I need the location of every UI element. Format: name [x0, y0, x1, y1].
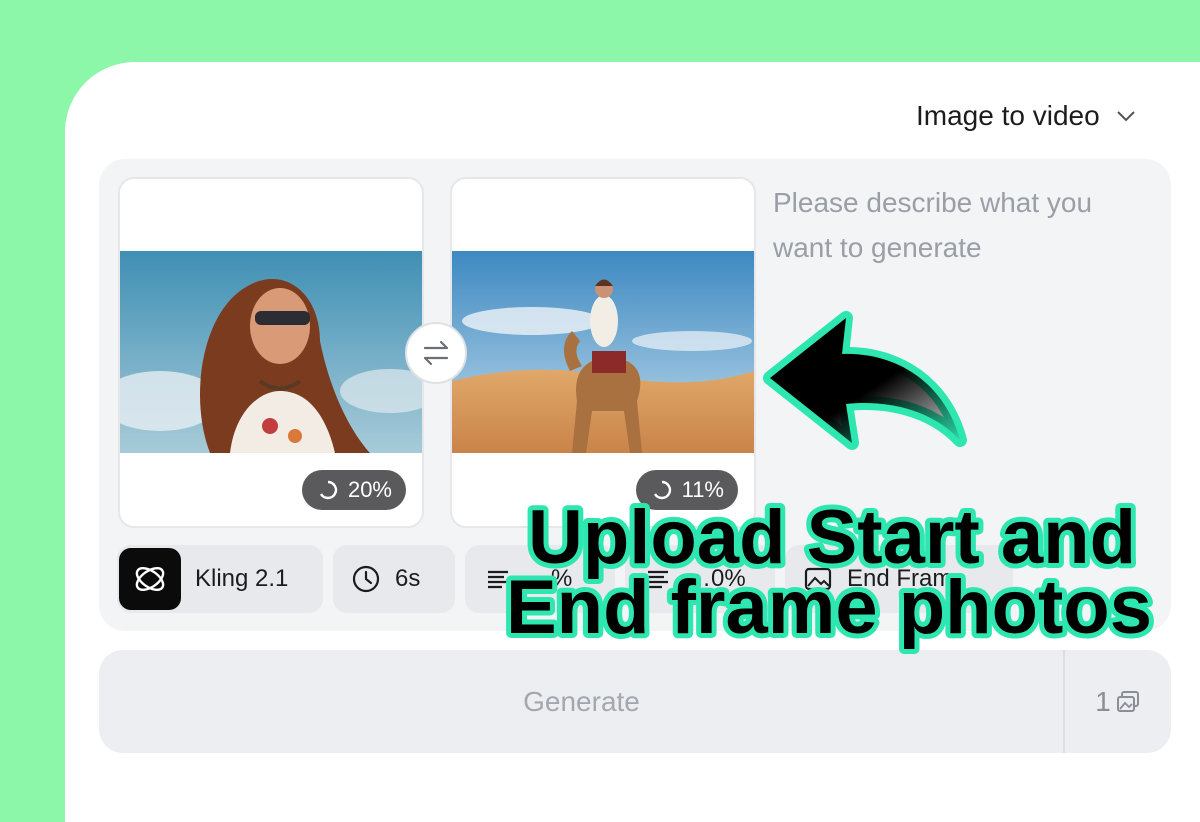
- end-upload-progress: 11%: [635, 470, 738, 510]
- align-text-icon: [488, 570, 508, 589]
- start-frame-card[interactable]: 20%: [118, 177, 424, 528]
- loading-spinner-icon: [653, 480, 671, 500]
- mode-label: Image to video: [916, 100, 1100, 131]
- swap-frames-button[interactable]: [405, 322, 467, 384]
- end-frame-image: [452, 251, 754, 453]
- duration-label: 6s: [395, 565, 421, 592]
- align-text-icon: [648, 570, 668, 589]
- start-frame-image: [120, 251, 422, 453]
- duration-select[interactable]: 6s: [333, 545, 455, 613]
- prompt-input[interactable]: Please describe what you want to generat…: [773, 180, 1153, 270]
- model-label: Kling 2.1: [195, 565, 289, 592]
- swap-icon: [423, 340, 449, 366]
- text-setting-label: …%: [527, 565, 573, 592]
- start-progress-text: 20%: [347, 477, 392, 502]
- chevron-down-icon: [1116, 111, 1135, 122]
- start-upload-progress: 20%: [301, 470, 406, 510]
- mode-dropdown[interactable]: Image to video: [916, 98, 1138, 134]
- end-frame-toggle[interactable]: End Frame: [785, 545, 1013, 613]
- kling-logo-icon: [119, 548, 181, 610]
- end-frame-label: End Frame: [847, 565, 966, 592]
- output-count: 1: [1095, 685, 1111, 717]
- generate-bar: Generate 1: [99, 650, 1171, 753]
- loading-spinner-icon: [319, 480, 338, 500]
- text-setting-chip[interactable]: …%: [465, 545, 615, 613]
- image-icon: [804, 567, 832, 591]
- images-icon: [1116, 690, 1139, 712]
- clock-icon: [352, 565, 380, 593]
- output-count-select[interactable]: 1: [1065, 650, 1171, 753]
- strength-setting-chip[interactable]: …0%: [625, 545, 775, 613]
- end-frame-card[interactable]: 11%: [450, 177, 756, 528]
- strength-setting-label: …0%: [687, 565, 746, 592]
- model-select[interactable]: Kling 2.1: [117, 545, 323, 613]
- end-progress-text: 11%: [681, 477, 724, 502]
- generate-button[interactable]: Generate: [99, 650, 1064, 753]
